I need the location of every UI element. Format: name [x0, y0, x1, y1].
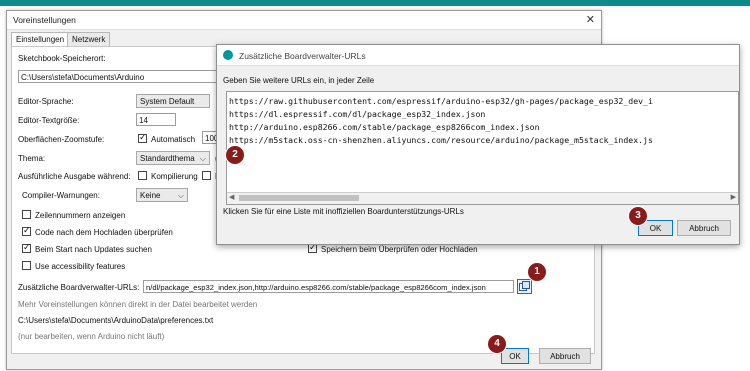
edit-note: (nur bearbeiten, wenn Arduino nicht läuf…	[18, 332, 165, 341]
urls-textarea[interactable]: https://raw.githubusercontent.com/espres…	[226, 91, 739, 205]
more-prefs-note: Mehr Voreinstellungen können direkt in d…	[18, 300, 258, 309]
check-updates-label: Beim Start nach Updates suchen	[35, 245, 152, 254]
editor-language-value: System Default	[140, 97, 195, 106]
step-badge-4: 4	[488, 335, 506, 353]
chevron-down-icon: ⌵	[199, 154, 206, 163]
boards-urls-dialog: Zusätzliche Boardverwalter-URLs Geben Si…	[216, 44, 740, 245]
scrollbar-thumb[interactable]	[239, 195, 359, 201]
theme-label: Thema:	[18, 154, 46, 163]
theme-value: Standardthema	[140, 154, 195, 163]
verbose-upload-checkbox[interactable]	[202, 171, 211, 180]
scroll-right-icon[interactable]: ▶	[731, 193, 736, 201]
preferences-title: Voreinstellungen	[13, 15, 76, 25]
close-icon[interactable]: ✕	[586, 13, 595, 26]
url-line: https://dl.espressif.com/dl/package_esp3…	[229, 109, 486, 119]
verify-upload-checkbox[interactable]	[22, 225, 31, 236]
line-numbers-checkbox[interactable]	[22, 210, 31, 219]
verbose-label: Ausführliche Ausgabe während:	[18, 172, 131, 181]
dialog-instruction: Geben Sie weitere URLs ein, in jeder Zei…	[223, 76, 375, 85]
prefs-file-path: C:\Users\stefa\Documents\ArduinoData\pre…	[18, 316, 214, 325]
check-updates-checkbox[interactable]	[22, 242, 31, 253]
editor-language-select[interactable]: System Default	[136, 94, 210, 108]
open-url-editor-button[interactable]	[517, 279, 532, 294]
scroll-left-icon[interactable]: ◀	[229, 193, 234, 201]
warnings-label: Compiler-Warnungen:	[22, 191, 100, 200]
window-list-icon	[519, 281, 530, 291]
sketchbook-label: Sketchbook-Speicherort:	[18, 54, 106, 63]
step-badge-3: 3	[629, 207, 647, 225]
chevron-down-icon: ⌵	[177, 191, 184, 200]
boards-url-input[interactable]: n/dl/package_esp32_index.json,http://ard…	[143, 280, 514, 293]
horizontal-scrollbar[interactable]: ◀ ▶	[227, 192, 738, 204]
verify-upload-label: Code nach dem Hochladen überprüfen	[35, 228, 173, 237]
url-line: https://m5stack.oss-cn-shenzhen.aliyuncs…	[229, 135, 653, 145]
save-on-verify-checkbox[interactable]	[308, 242, 317, 253]
theme-select[interactable]: Standardthema ⌵	[136, 151, 210, 165]
warnings-select[interactable]: Keine ⌵	[136, 188, 188, 202]
zoom-auto-checkbox[interactable]	[138, 132, 147, 143]
tab-netzwerk[interactable]: Netzwerk	[67, 32, 111, 47]
url-line: http://arduino.esp8266.com/stable/packag…	[229, 122, 540, 132]
arduino-icon	[223, 50, 233, 60]
preferences-titlebar: Voreinstellungen ✕	[7, 11, 601, 30]
zoom-label: Oberflächen-Zoomstufe:	[18, 135, 105, 144]
accessibility-checkbox[interactable]	[22, 261, 31, 270]
save-on-verify-label: Speichern beim Überprüfen oder Hochladen	[321, 245, 478, 254]
editor-language-label: Editor-Sprache:	[18, 97, 74, 106]
dialog-titlebar: Zusätzliche Boardverwalter-URLs	[217, 45, 739, 66]
verbose-compile-checkbox[interactable]	[138, 171, 147, 180]
step-badge-2: 2	[226, 146, 244, 164]
accessibility-label: Use accessibility features	[35, 262, 126, 271]
dialog-cancel-button[interactable]: Abbruch	[677, 220, 731, 236]
verbose-compile-label: Kompilierung	[151, 172, 198, 181]
boards-url-label: Zusätzliche Boardverwalter-URLs:	[18, 283, 140, 292]
zoom-auto-label: Automatisch	[151, 135, 196, 144]
text-size-label: Editor-Textgröße:	[18, 116, 80, 125]
ok-button[interactable]: OK	[501, 348, 529, 364]
text-size-input[interactable]: 14	[136, 113, 176, 126]
unofficial-boards-link[interactable]: Klicken Sie für eine Liste mit inoffizie…	[223, 207, 464, 216]
background-accent-bar	[0, 0, 750, 6]
dialog-title: Zusätzliche Boardverwalter-URLs	[239, 51, 366, 61]
step-badge-1: 1	[528, 263, 546, 281]
url-line: https://raw.githubusercontent.com/espres…	[229, 96, 653, 106]
cancel-button[interactable]: Abbruch	[539, 348, 591, 364]
warnings-value: Keine	[140, 191, 161, 200]
line-numbers-label: Zeilennummern anzeigen	[35, 211, 126, 220]
